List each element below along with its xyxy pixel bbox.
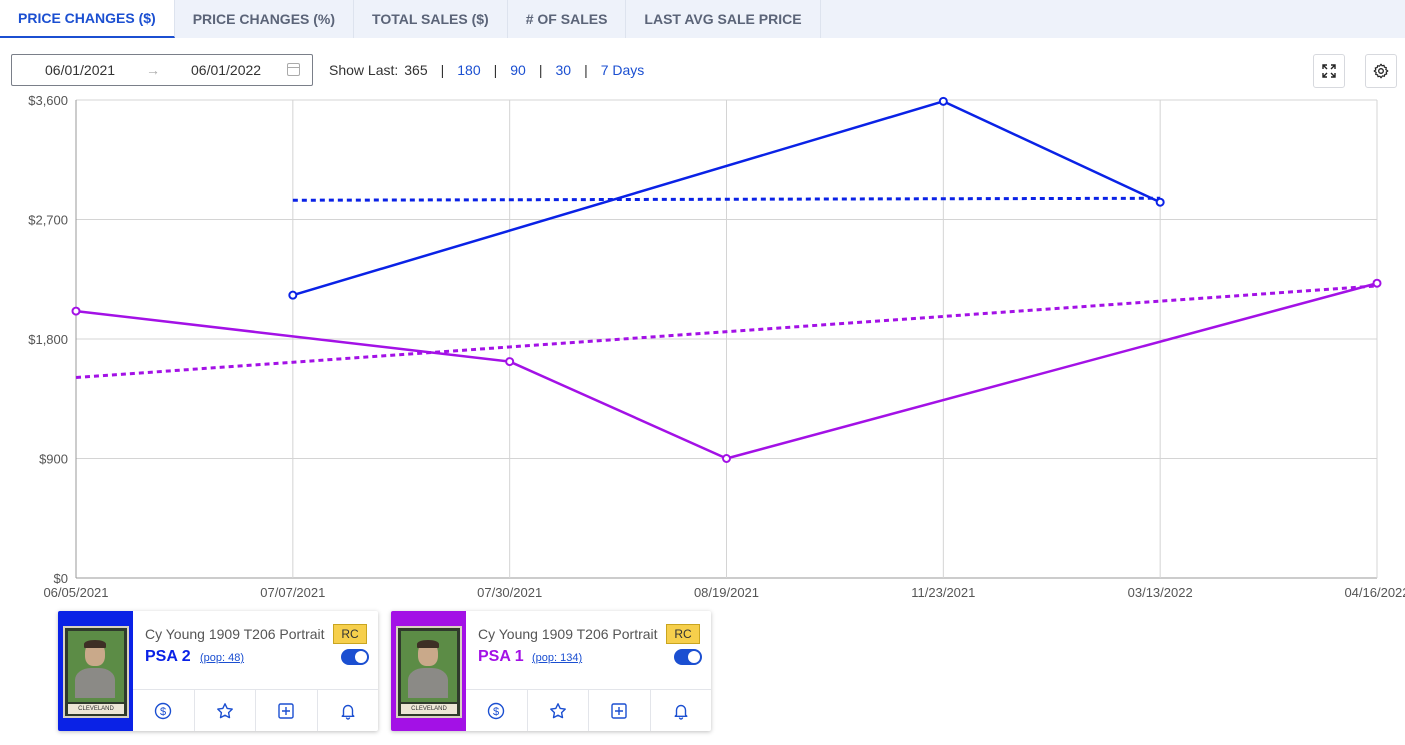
chart-tabs: PRICE CHANGES ($) PRICE CHANGES (%) TOTA…	[0, 0, 1405, 38]
pop-link[interactable]: (pop: 48)	[200, 652, 244, 664]
data-point	[1372, 278, 1382, 288]
star-icon	[549, 702, 566, 718]
trend-line-0	[292, 196, 1161, 202]
add-icon	[278, 702, 294, 719]
grade-label: PSA 2	[145, 648, 191, 665]
card-actions: $	[466, 689, 711, 731]
date-range-picker[interactable]: 06/01/2021 → 06/01/2022	[11, 54, 313, 86]
data-point	[505, 357, 515, 367]
separator: |	[538, 62, 543, 78]
favorite-button[interactable]	[528, 690, 589, 731]
y-tick-label: $900	[39, 452, 68, 467]
alert-button[interactable]	[651, 690, 712, 731]
favorite-button[interactable]	[195, 690, 256, 731]
show-last-180[interactable]: 180	[457, 62, 480, 78]
price-button[interactable]: $	[133, 690, 195, 731]
svg-text:$: $	[160, 706, 166, 718]
data-point	[71, 306, 81, 316]
tab-total-sales[interactable]: TOTAL SALES ($)	[354, 0, 508, 38]
card-thumbnail[interactable]: CLEVELAND	[396, 626, 462, 718]
alert-button[interactable]	[318, 690, 379, 731]
add-icon	[611, 702, 627, 719]
card-psa-1: CLEVELAND Cy Young 1909 T206 Portrait RC…	[391, 611, 711, 731]
card-caption: CLEVELAND	[401, 704, 457, 714]
x-tick-label: 07/07/2021	[260, 585, 325, 600]
x-tick-label: 06/05/2021	[43, 585, 108, 600]
y-tick-label: $3,600	[28, 93, 68, 108]
x-tick-label: 03/13/2022	[1128, 585, 1193, 600]
svg-text:$: $	[493, 706, 499, 718]
tab-price-changes-dollar[interactable]: PRICE CHANGES ($)	[0, 0, 175, 38]
card-actions: $	[133, 689, 378, 731]
bell-icon	[341, 704, 355, 720]
start-date-input[interactable]: 06/01/2021	[45, 62, 115, 78]
rc-badge: RC	[666, 624, 700, 644]
show-last-7-days[interactable]: 7 Days	[601, 62, 645, 78]
x-tick-label: 04/16/2022	[1344, 585, 1405, 600]
pop-link[interactable]: (pop: 134)	[532, 652, 582, 664]
data-point	[938, 96, 948, 106]
dollar-icon: $	[488, 702, 505, 719]
x-tick-label: 11/23/2021	[911, 585, 975, 600]
star-icon	[216, 702, 233, 718]
data-point	[722, 454, 731, 463]
show-last-30[interactable]: 30	[555, 62, 571, 78]
series-toggle[interactable]	[341, 649, 369, 665]
x-tick-label: 07/30/2021	[477, 585, 542, 600]
date-range-arrow: →	[146, 62, 160, 78]
dollar-icon: $	[155, 702, 172, 719]
card-caption: CLEVELAND	[68, 704, 124, 714]
expand-icon	[1322, 64, 1336, 78]
tab-price-changes-percent[interactable]: PRICE CHANGES (%)	[175, 0, 355, 38]
price-button[interactable]: $	[466, 690, 528, 731]
show-last-current: 365	[404, 62, 428, 78]
show-last-selector: Show Last: 365 | 180 | 90 | 30 | 7 Days	[329, 62, 644, 78]
rc-badge: RC	[333, 624, 367, 644]
card-psa-2: CLEVELAND Cy Young 1909 T206 Portrait RC…	[58, 611, 378, 731]
x-tick-label: 08/19/2021	[694, 585, 759, 600]
show-last-90[interactable]: 90	[510, 62, 526, 78]
card-title: Cy Young 1909 T206 Portrait	[478, 626, 658, 642]
separator: |	[493, 62, 498, 78]
y-tick-label: $1,800	[28, 332, 68, 347]
calendar-icon[interactable]	[287, 63, 300, 76]
bell-icon	[674, 704, 688, 720]
tab-last-avg-sale-price[interactable]: LAST AVG SALE PRICE	[626, 0, 821, 38]
end-date-input[interactable]: 06/01/2022	[191, 62, 261, 78]
price-chart: $0 $900 $1,800 $2,700 $3,600 06/05/2021 07/07/…	[28, 93, 1405, 600]
show-last-label: Show Last:	[329, 62, 399, 78]
card-thumbnail[interactable]: CLEVELAND	[63, 626, 129, 718]
separator: |	[440, 62, 445, 78]
add-button[interactable]	[589, 690, 651, 731]
separator: |	[584, 62, 588, 78]
series-toggle[interactable]	[674, 649, 702, 665]
data-point	[1155, 197, 1165, 207]
card-title: Cy Young 1909 T206 Portrait	[145, 626, 325, 642]
fullscreen-button[interactable]	[1313, 54, 1345, 88]
y-tick-label: $0	[54, 571, 68, 586]
tab-number-of-sales[interactable]: # OF SALES	[508, 0, 627, 38]
settings-button[interactable]	[1365, 54, 1397, 88]
grade-label: PSA 1	[478, 648, 524, 665]
gear-icon	[1373, 63, 1389, 79]
y-tick-label: $2,700	[28, 213, 68, 228]
data-point	[288, 290, 298, 300]
add-button[interactable]	[256, 690, 318, 731]
